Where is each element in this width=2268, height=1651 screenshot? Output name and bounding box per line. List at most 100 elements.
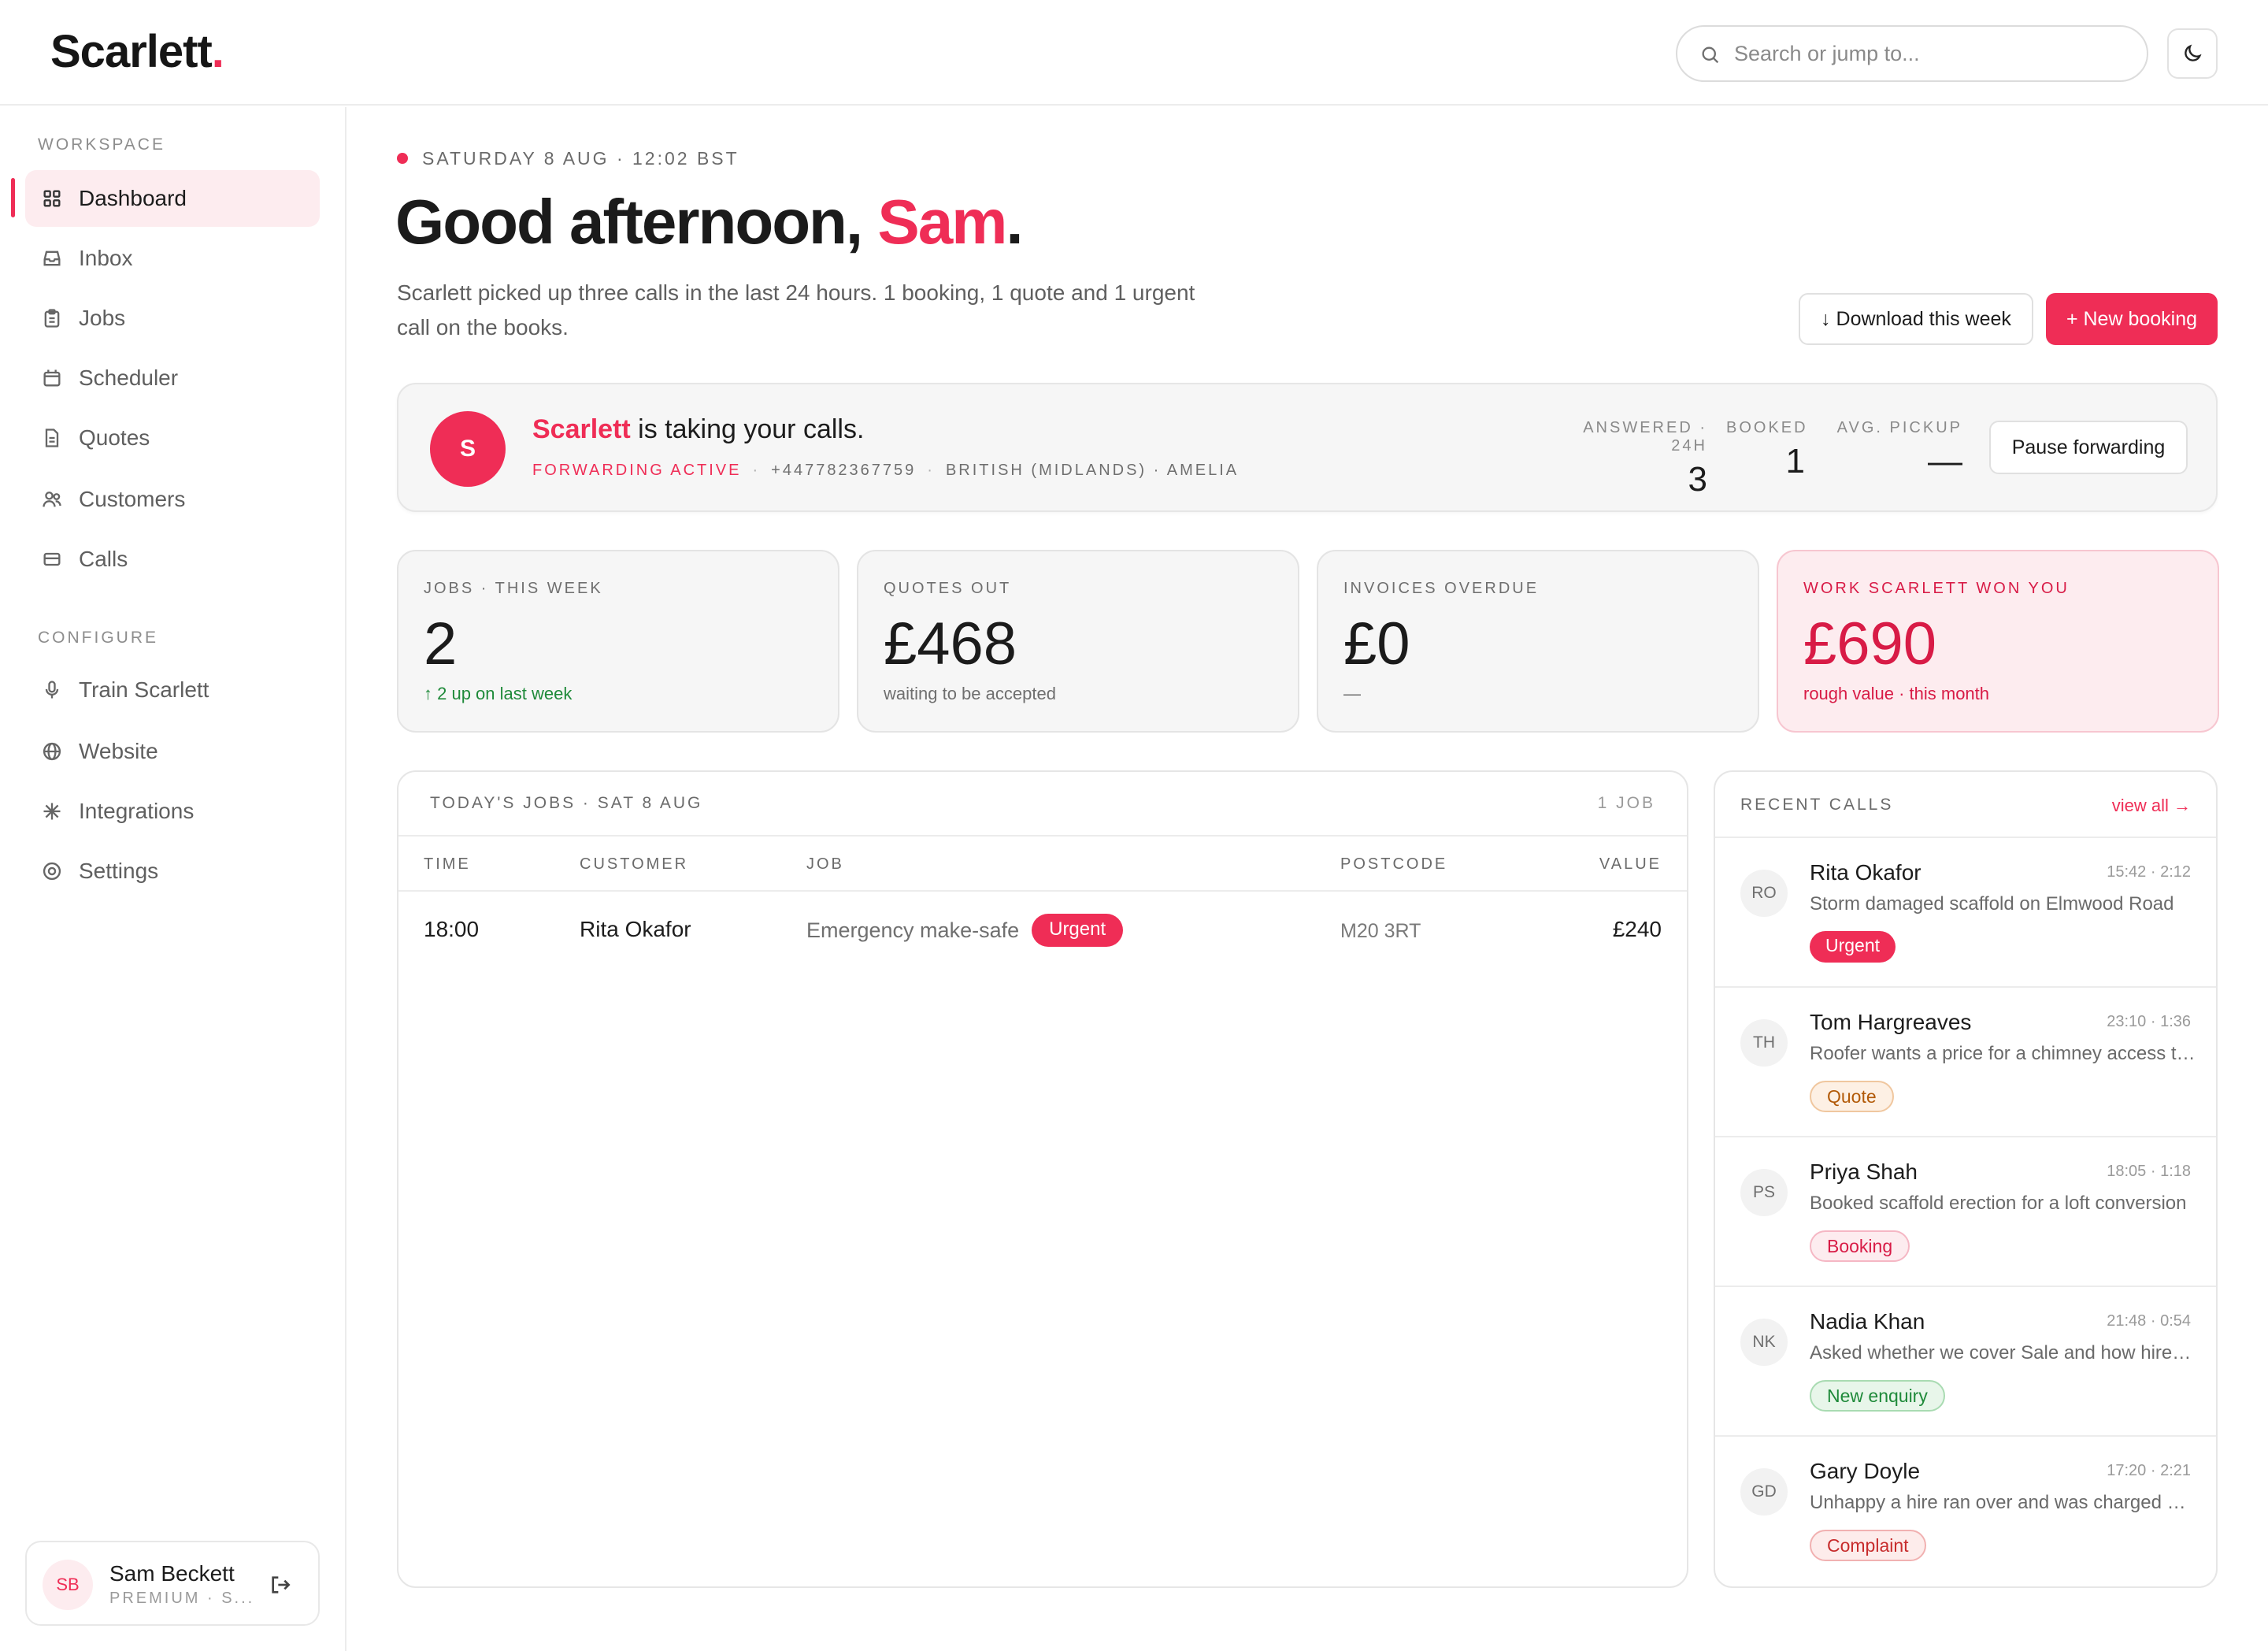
jobs-count: 1 JOB bbox=[1597, 794, 1655, 812]
calendar-icon bbox=[43, 369, 61, 387]
new-enquiry-badge: New enquiry bbox=[1810, 1380, 1945, 1412]
calls-panel-title: RECENT CALLS bbox=[1740, 796, 1894, 814]
sidebar-item-label: Train Scarlett bbox=[79, 677, 209, 702]
caller-name: Nadia Khan bbox=[1810, 1309, 1925, 1334]
sidebar-item-calls[interactable]: Calls bbox=[25, 531, 320, 588]
forwarding-title: Scarlett is taking your calls. bbox=[532, 414, 865, 444]
configure-section-label: CONFIGURE bbox=[38, 629, 158, 647]
logout-icon[interactable] bbox=[268, 1572, 293, 1597]
sidebar-item-label: Jobs bbox=[79, 306, 126, 330]
new-booking-button[interactable]: + New booking bbox=[2046, 293, 2218, 345]
sidebar-item-jobs[interactable]: Jobs bbox=[25, 290, 320, 347]
pause-forwarding-button[interactable]: Pause forwarding bbox=[1989, 421, 2188, 474]
forwarding-meta: FORWARDING ACTIVE · +447782367759 · BRITISH … bbox=[532, 462, 1240, 479]
active-indicator bbox=[11, 178, 15, 217]
kpi-jobs-this-week[interactable]: JOBS · THIS WEEK 2 ↑ 2 up on last week bbox=[397, 550, 839, 733]
caller-name: Tom Hargreaves bbox=[1810, 1010, 1972, 1034]
sidebar-item-label: Quotes bbox=[79, 425, 150, 450]
column-header-customer: CUSTOMER bbox=[580, 855, 689, 873]
caller-name: Priya Shah bbox=[1810, 1159, 1918, 1184]
globe-icon bbox=[43, 742, 61, 761]
stat-answered: ANSWERED · 24H 3 bbox=[1583, 419, 1707, 499]
sidebar-item-customers[interactable]: Customers bbox=[25, 471, 320, 528]
microphone-icon bbox=[45, 681, 59, 699]
search-icon bbox=[1702, 46, 1719, 64]
download-week-button[interactable]: ↓ Download this week bbox=[1799, 293, 2033, 345]
stat-booked: BOOKED 1 bbox=[1726, 419, 1808, 480]
sidebar-item-scheduler[interactable]: Scheduler bbox=[25, 350, 320, 406]
sidebar-item-label: Customers bbox=[79, 487, 186, 511]
caller-avatar: RO bbox=[1740, 870, 1788, 917]
list-item[interactable]: PS Priya Shah 18:05 · 1:18 Booked scaffo… bbox=[1715, 1136, 2216, 1286]
clipboard-icon bbox=[44, 309, 60, 328]
sidebar-item-settings[interactable]: Settings bbox=[25, 843, 320, 900]
sidebar: WORKSPACE Dashboard Inbox Jobs Scheduler… bbox=[0, 107, 346, 1651]
list-item[interactable]: NK Nadia Khan 21:48 · 0:54 Asked whether… bbox=[1715, 1286, 2216, 1435]
kpi-work-won[interactable]: WORK SCARLETT WON YOU £690 rough value ·… bbox=[1777, 550, 2219, 733]
caller-avatar: PS bbox=[1740, 1169, 1788, 1216]
caller-name: Rita Okafor bbox=[1810, 860, 1922, 885]
theme-toggle-button[interactable] bbox=[2167, 28, 2218, 79]
column-header-time: TIME bbox=[424, 855, 471, 873]
user-plan: PREMIUM · S... bbox=[109, 1590, 255, 1607]
forwarding-status: FORWARDING ACTIVE bbox=[532, 462, 742, 479]
kpi-invoices-overdue[interactable]: INVOICES OVERDUE £0 — bbox=[1317, 550, 1759, 733]
call-time: 23:10 · 1:36 bbox=[2107, 1013, 2191, 1030]
job-postcode: M20 3RT bbox=[1340, 920, 1421, 942]
list-item[interactable]: TH Tom Hargreaves 23:10 · 1:36 Roofer wa… bbox=[1715, 986, 2216, 1136]
caller-avatar: NK bbox=[1740, 1319, 1788, 1366]
avatar: SB bbox=[43, 1560, 93, 1610]
sidebar-item-label: Integrations bbox=[79, 799, 195, 823]
kpi-quotes-out[interactable]: QUOTES OUT £468 waiting to be accepted bbox=[857, 550, 1299, 733]
sidebar-item-inbox[interactable]: Inbox bbox=[25, 230, 320, 287]
sidebar-item-dashboard[interactable]: Dashboard bbox=[25, 170, 320, 227]
page-summary: Scarlett picked up three calls in the la… bbox=[397, 280, 1195, 339]
caller-avatar: GD bbox=[1740, 1468, 1788, 1516]
call-time: 18:05 · 1:18 bbox=[2107, 1163, 2191, 1180]
settings-icon bbox=[43, 862, 61, 881]
forwarding-voice: BRITISH (MIDLANDS) · AMELIA bbox=[945, 462, 1240, 479]
forwarding-banner: S Scarlett is taking your calls. FORWARD… bbox=[397, 383, 2218, 512]
job-description: Emergency make-safe bbox=[806, 918, 1020, 942]
call-time: 21:48 · 0:54 bbox=[2107, 1312, 2191, 1330]
workspace-section-label: WORKSPACE bbox=[38, 135, 165, 154]
top-header: Scarlett. bbox=[0, 0, 2268, 106]
call-summary: Storm damaged scaffold on Elmwood Road bbox=[1810, 893, 2174, 915]
call-summary: Asked whether we cover Sale and how hire… bbox=[1810, 1342, 2196, 1363]
call-summary: Roofer wants a price for a chimney acces… bbox=[1810, 1043, 2196, 1064]
sidebar-item-label: Inbox bbox=[79, 246, 133, 270]
view-all-calls-link[interactable]: view all → bbox=[2112, 796, 2191, 816]
date-line: SATURDAY 8 AUG · 12:02 BST bbox=[422, 148, 739, 169]
job-value: £240 bbox=[1612, 917, 1662, 941]
sidebar-item-train-scarlett[interactable]: Train Scarlett bbox=[25, 662, 320, 718]
quote-badge: Quote bbox=[1810, 1081, 1894, 1112]
call-summary: Booked scaffold erection for a loft conv… bbox=[1810, 1193, 2187, 1214]
card-icon bbox=[43, 552, 61, 566]
sidebar-item-website[interactable]: Website bbox=[25, 723, 320, 780]
search-box[interactable] bbox=[1676, 25, 2148, 82]
user-card[interactable]: SB Sam Beckett PREMIUM · S... bbox=[25, 1541, 320, 1626]
list-item[interactable]: GD Gary Doyle 17:20 · 2:21 Unhappy a hir… bbox=[1715, 1435, 2216, 1585]
complaint-badge: Complaint bbox=[1810, 1530, 1926, 1561]
search-input[interactable] bbox=[1734, 27, 2128, 80]
user-name: Sam Beckett bbox=[109, 1561, 235, 1586]
sidebar-item-integrations[interactable]: Integrations bbox=[25, 783, 320, 840]
sidebar-item-label: Settings bbox=[79, 859, 159, 883]
job-time: 18:00 bbox=[424, 917, 480, 941]
logo[interactable]: Scarlett. bbox=[50, 25, 224, 78]
stat-avg-pickup: AVG. PICKUP — bbox=[1836, 419, 1962, 480]
document-icon bbox=[45, 429, 59, 447]
column-header-postcode: POSTCODE bbox=[1340, 855, 1448, 873]
call-summary: Unhappy a hire ran over and was charged … bbox=[1810, 1492, 2196, 1513]
booking-badge: Booking bbox=[1810, 1230, 1910, 1262]
urgent-badge: Urgent bbox=[1810, 931, 1896, 963]
sidebar-item-quotes[interactable]: Quotes bbox=[25, 410, 320, 466]
column-header-value: VALUE bbox=[1599, 855, 1662, 873]
live-status-dot bbox=[397, 153, 408, 164]
sidebar-item-label: Dashboard bbox=[79, 186, 187, 210]
moon-icon bbox=[2185, 44, 2202, 61]
list-item[interactable]: RO Rita Okafor 15:42 · 2:12 Storm damage… bbox=[1715, 837, 2216, 986]
scarlett-avatar: S bbox=[430, 411, 506, 487]
jobs-panel-title: TODAY'S JOBS · SAT 8 AUG bbox=[430, 794, 703, 812]
recent-calls-panel: RECENT CALLS view all → RO Rita Okafor 1… bbox=[1714, 770, 2218, 1588]
